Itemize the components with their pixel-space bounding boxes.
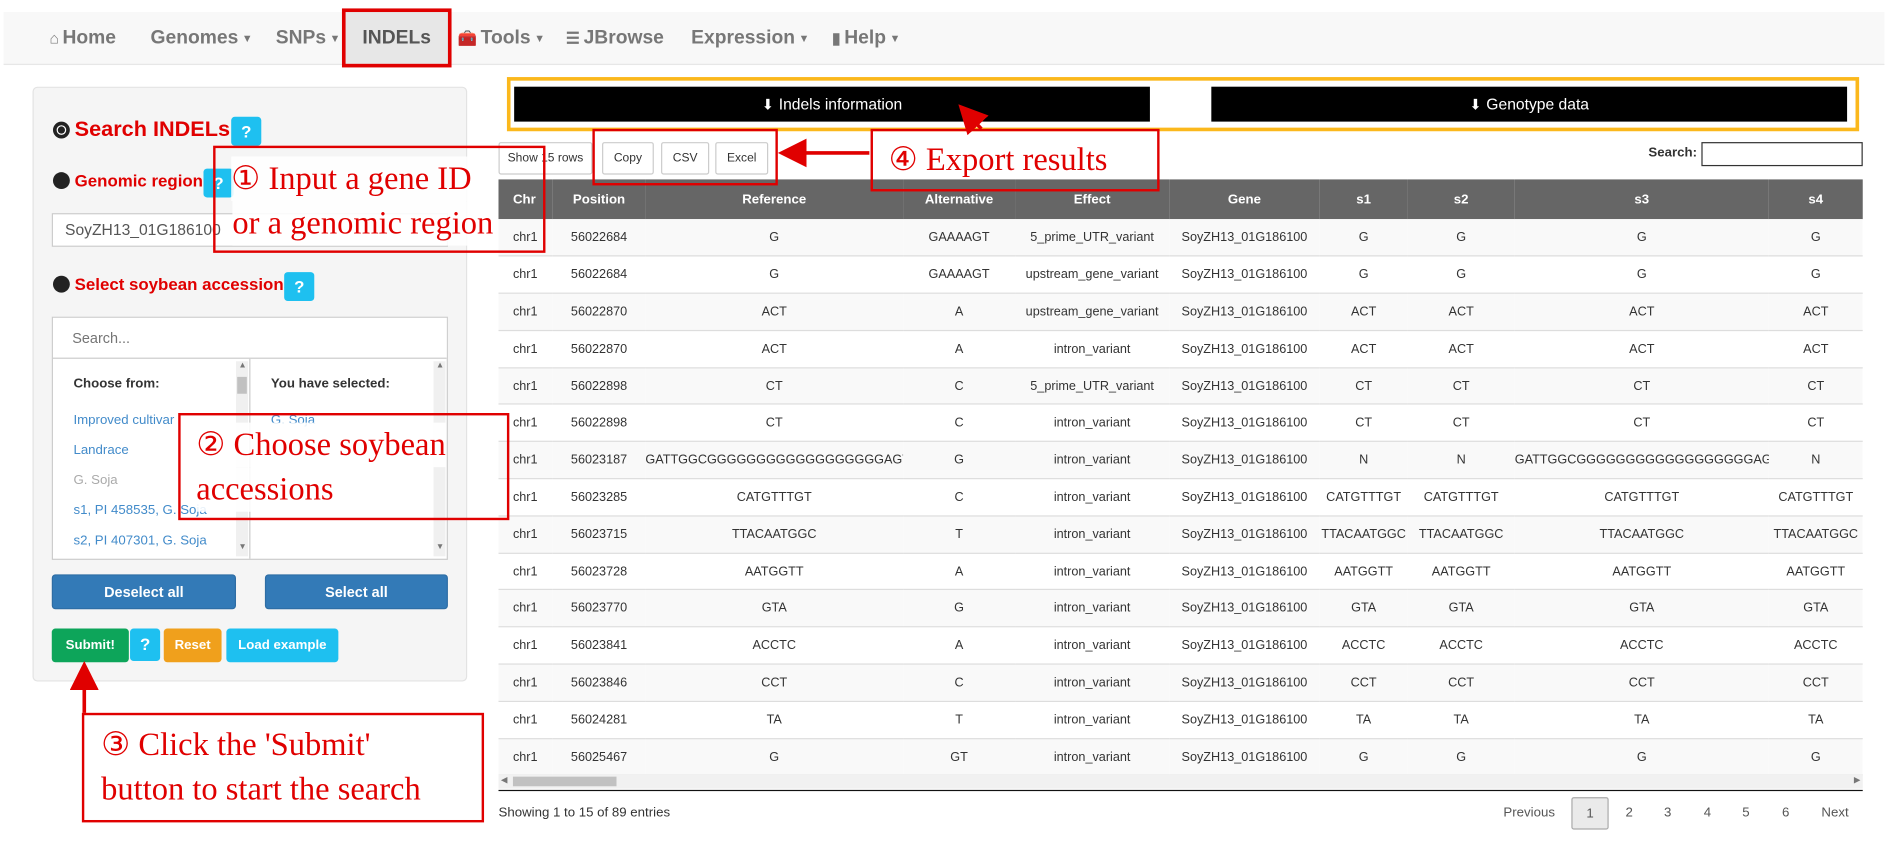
annotation-arrows bbox=[69, 104, 989, 713]
arrow-to-indels-info bbox=[958, 104, 989, 136]
